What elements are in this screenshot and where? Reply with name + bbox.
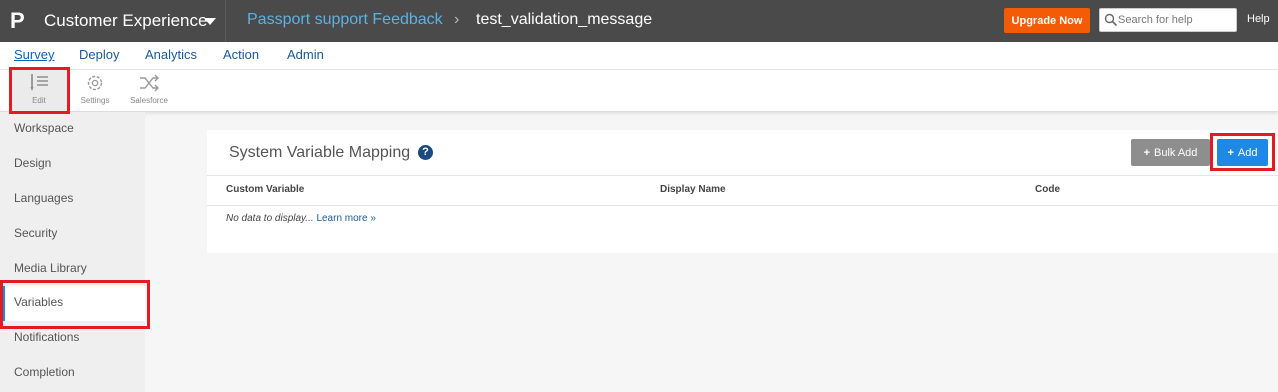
- edit-icon: [30, 74, 48, 91]
- column-header-code[interactable]: Code: [1035, 184, 1060, 195]
- help-link[interactable]: Help: [1247, 13, 1270, 25]
- breadcrumb-current: test_validation_message: [476, 11, 653, 28]
- sidebar-item-label: Security: [14, 226, 58, 240]
- nav-deploy[interactable]: Deploy: [79, 47, 119, 63]
- column-header-custom-variable[interactable]: Custom Variable: [226, 184, 304, 195]
- survey-sidebar: Workspace Design Languages Security Medi…: [0, 112, 145, 392]
- chevron-down-icon[interactable]: [204, 18, 216, 25]
- sidebar-item-variables[interactable]: Variables: [0, 286, 145, 321]
- chevron-right-icon: ›: [454, 11, 460, 28]
- sidebar-item-completion[interactable]: Completion: [0, 356, 145, 391]
- sidebar-item-label: Variables: [14, 295, 64, 309]
- upgrade-now-button[interactable]: Upgrade Now: [1004, 8, 1090, 33]
- plus-icon: +: [1143, 146, 1150, 159]
- panel-title: System Variable Mapping: [229, 144, 411, 161]
- sidebar-item-label: Completion: [14, 365, 75, 379]
- top-header: P Customer Experience Passport support F…: [0, 0, 1278, 42]
- toolbar-salesforce-label: Salesforce: [130, 96, 168, 105]
- nav-survey[interactable]: Survey: [14, 47, 54, 63]
- search-icon: [1104, 13, 1118, 27]
- toolbar-edit-button[interactable]: Edit: [10, 70, 68, 112]
- toolbar-edit-label: Edit: [32, 96, 46, 105]
- help-circle-icon[interactable]: ?: [418, 145, 433, 160]
- sidebar-item-workspace[interactable]: Workspace: [0, 112, 145, 147]
- nav-action[interactable]: Action: [223, 47, 259, 63]
- add-button[interactable]: + Add: [1217, 139, 1268, 166]
- learn-more-link[interactable]: Learn more »: [316, 213, 375, 224]
- toolbar-settings-button[interactable]: Settings: [72, 70, 118, 112]
- nav-analytics[interactable]: Analytics: [145, 47, 197, 63]
- sidebar-item-label: Design: [14, 156, 52, 170]
- toolbar-settings-label: Settings: [80, 96, 110, 105]
- survey-toolbar: Edit Settings Salesforce: [0, 70, 1278, 112]
- plus-icon: +: [1227, 146, 1234, 159]
- empty-state-row: No data to display... Learn more »: [226, 213, 376, 224]
- shuffle-icon: [140, 74, 159, 92]
- sidebar-item-label: Media Library: [14, 261, 87, 275]
- column-header-display-name[interactable]: Display Name: [660, 184, 726, 195]
- main-nav: Survey Deploy Analytics Action Admin: [0, 42, 1278, 70]
- add-label: Add: [1237, 146, 1258, 159]
- gear-icon: [87, 75, 103, 91]
- breadcrumb-survey-link[interactable]: Passport support Feedback: [247, 10, 443, 30]
- sidebar-item-languages[interactable]: Languages: [0, 182, 145, 217]
- help-search-box: [1099, 8, 1237, 32]
- sidebar-item-notifications[interactable]: Notifications: [0, 321, 145, 356]
- sidebar-item-label: Notifications: [14, 330, 80, 344]
- help-search-input[interactable]: [1118, 11, 1234, 29]
- sidebar-item-label: Languages: [14, 191, 74, 205]
- nav-admin[interactable]: Admin: [287, 47, 324, 63]
- sidebar-item-design[interactable]: Design: [0, 147, 145, 182]
- sidebar-item-security[interactable]: Security: [0, 217, 145, 252]
- app-switcher[interactable]: Customer Experience: [44, 10, 207, 32]
- sidebar-item-media-library[interactable]: Media Library: [0, 252, 145, 287]
- header-divider: [225, 0, 226, 42]
- app-logo[interactable]: P: [10, 9, 30, 33]
- sidebar-item-label: Workspace: [14, 121, 74, 135]
- bulk-add-label: Bulk Add: [1154, 146, 1198, 159]
- system-variable-mapping-panel: System Variable Mapping ? + Bulk Add + Add…: [207, 130, 1278, 253]
- bulk-add-button[interactable]: + Bulk Add: [1131, 139, 1210, 166]
- toolbar-salesforce-button[interactable]: Salesforce: [122, 70, 176, 112]
- table-header: Custom Variable Display Name Code: [207, 175, 1278, 206]
- empty-state-message: No data to display...: [226, 213, 314, 224]
